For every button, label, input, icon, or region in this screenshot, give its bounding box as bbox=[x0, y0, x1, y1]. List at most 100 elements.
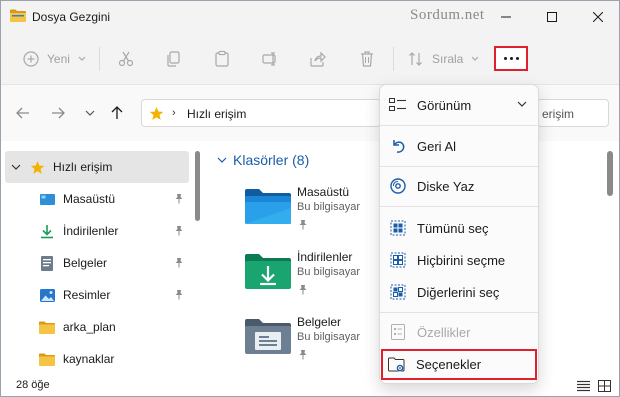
menu-separator bbox=[380, 125, 538, 126]
downloads-folder-icon bbox=[245, 254, 291, 289]
folder-name: Belgeler bbox=[297, 315, 342, 329]
tiles-view-icon[interactable] bbox=[598, 380, 611, 392]
menu-separator bbox=[380, 166, 538, 167]
chevron-down-icon bbox=[517, 101, 527, 107]
menu-item-view[interactable]: Görünüm bbox=[384, 88, 536, 122]
minimize-icon bbox=[501, 16, 511, 18]
file-explorer-window: Dosya Gezgini Sordum.net Yeni Sırala › H… bbox=[0, 0, 620, 397]
recent-locations-button[interactable] bbox=[80, 105, 100, 121]
sidebar-item-downloads[interactable]: İndirilenler bbox=[1, 215, 189, 247]
title-bar: Dosya Gezgini Sordum.net bbox=[1, 1, 619, 33]
share-button[interactable] bbox=[309, 50, 327, 68]
document-icon bbox=[39, 255, 55, 271]
chevron-down-icon bbox=[217, 157, 227, 163]
pin-icon bbox=[299, 220, 307, 230]
back-button[interactable] bbox=[13, 105, 33, 121]
menu-separator bbox=[380, 206, 538, 207]
toolbar-separator bbox=[393, 47, 394, 71]
breadcrumb-chevron-icon: › bbox=[172, 107, 176, 119]
sidebar-item-kaynaklar[interactable]: kaynaklar bbox=[1, 343, 189, 375]
folder-app-icon bbox=[10, 9, 26, 22]
invert-selection-icon bbox=[389, 283, 407, 301]
star-icon bbox=[149, 106, 164, 120]
clipboard-icon bbox=[215, 50, 229, 67]
toolbar-separator bbox=[99, 47, 100, 71]
rename-button[interactable] bbox=[261, 50, 279, 68]
pin-icon bbox=[299, 285, 307, 295]
new-button[interactable]: Yeni bbox=[23, 51, 86, 67]
sidebar-item-label: Hızlı erişim bbox=[53, 160, 113, 174]
menu-item-invert-selection[interactable]: Diğerlerini seç bbox=[384, 275, 536, 309]
sidebar-item-label: Belgeler bbox=[63, 256, 108, 270]
minimize-button[interactable] bbox=[483, 1, 529, 33]
navigation-pane: Hızlı erişim Masaüstü İndirilenler Belge… bbox=[1, 141, 197, 371]
sidebar-item-quick-access[interactable]: Hızlı erişim bbox=[5, 151, 189, 183]
sidebar-item-desktop[interactable]: Masaüstü bbox=[1, 183, 189, 215]
sidebar-item-arka-plan[interactable]: arka_plan bbox=[1, 311, 189, 343]
plus-circle-icon bbox=[23, 51, 39, 67]
search-box[interactable]: erişim bbox=[537, 99, 609, 127]
menu-item-properties[interactable]: Özellikler bbox=[384, 315, 536, 349]
sidebar-item-documents[interactable]: Belgeler bbox=[1, 247, 189, 279]
maximize-button[interactable] bbox=[529, 1, 575, 33]
pin-icon bbox=[175, 226, 183, 236]
group-title: Klasörler (8) bbox=[233, 152, 310, 168]
close-icon bbox=[593, 12, 603, 22]
window-title: Dosya Gezgini bbox=[32, 10, 111, 24]
address-bar[interactable]: › Hızlı erişim bbox=[141, 99, 381, 127]
chevron-down-icon bbox=[471, 56, 479, 61]
up-button[interactable] bbox=[107, 105, 127, 121]
menu-item-label: Geri Al bbox=[417, 138, 457, 154]
close-button[interactable] bbox=[575, 1, 619, 33]
dot-icon bbox=[509, 57, 513, 60]
arrow-right-icon bbox=[52, 107, 65, 119]
item-count: 28 öğe bbox=[16, 379, 50, 391]
sidebar-item-pictures[interactable]: Resimler bbox=[1, 279, 189, 311]
sort-button[interactable]: Sırala bbox=[408, 51, 479, 67]
trash-icon bbox=[361, 51, 373, 67]
folders-group-header[interactable]: Klasörler (8) bbox=[217, 152, 309, 168]
sidebar-scrollbar[interactable] bbox=[195, 151, 200, 221]
forward-button[interactable] bbox=[48, 105, 68, 121]
copy-button[interactable] bbox=[165, 50, 183, 68]
details-view-icon[interactable] bbox=[577, 380, 590, 392]
delete-button[interactable] bbox=[358, 50, 376, 68]
download-icon bbox=[39, 223, 55, 239]
menu-item-label: Hiçbirini seçme bbox=[417, 252, 506, 268]
sidebar-item-label: Masaüstü bbox=[63, 192, 116, 206]
dot-icon bbox=[515, 57, 519, 60]
picture-icon bbox=[39, 287, 55, 303]
menu-item-label: Diğerlerini seç bbox=[417, 284, 500, 300]
menu-item-label: Tümünü seç bbox=[417, 220, 489, 236]
sort-label: Sırala bbox=[432, 52, 464, 66]
properties-icon bbox=[389, 323, 407, 341]
breadcrumb-quick-access[interactable]: Hızlı erişim bbox=[187, 107, 246, 121]
menu-item-select-all[interactable]: Tümünü seç bbox=[384, 211, 536, 245]
folder-location: Bu bilgisayar bbox=[297, 331, 360, 343]
select-all-icon bbox=[389, 219, 407, 237]
menu-item-burn-disc[interactable]: Diske Yaz bbox=[384, 169, 536, 203]
copy-icon bbox=[167, 51, 180, 67]
chevron-down-icon bbox=[78, 56, 86, 61]
arrow-left-icon bbox=[16, 107, 29, 119]
burn-disc-icon bbox=[389, 177, 407, 195]
star-icon bbox=[29, 159, 45, 175]
sidebar-item-label: arka_plan bbox=[63, 320, 116, 334]
menu-item-options[interactable]: Seçenekler bbox=[381, 349, 537, 380]
content-scrollbar[interactable] bbox=[607, 151, 613, 196]
see-more-menu: Görünüm Geri Al Diske Yaz Tümünü seç Hiç… bbox=[379, 84, 539, 384]
folder-name: İndirilenler bbox=[297, 250, 353, 264]
cut-button[interactable] bbox=[117, 50, 135, 68]
folder-icon bbox=[39, 351, 55, 367]
menu-item-select-none[interactable]: Hiçbirini seçme bbox=[384, 243, 536, 277]
menu-item-undo[interactable]: Geri Al bbox=[384, 129, 536, 163]
see-more-button[interactable] bbox=[494, 46, 528, 71]
command-bar: Yeni Sırala bbox=[1, 33, 619, 85]
watermark-text: Sordum.net bbox=[410, 7, 485, 23]
folder-icon bbox=[39, 319, 55, 335]
chevron-down-icon bbox=[85, 110, 95, 116]
menu-item-label: Özellikler bbox=[417, 324, 471, 340]
menu-separator bbox=[380, 312, 538, 313]
paste-button[interactable] bbox=[213, 50, 231, 68]
dot-icon bbox=[503, 57, 507, 60]
